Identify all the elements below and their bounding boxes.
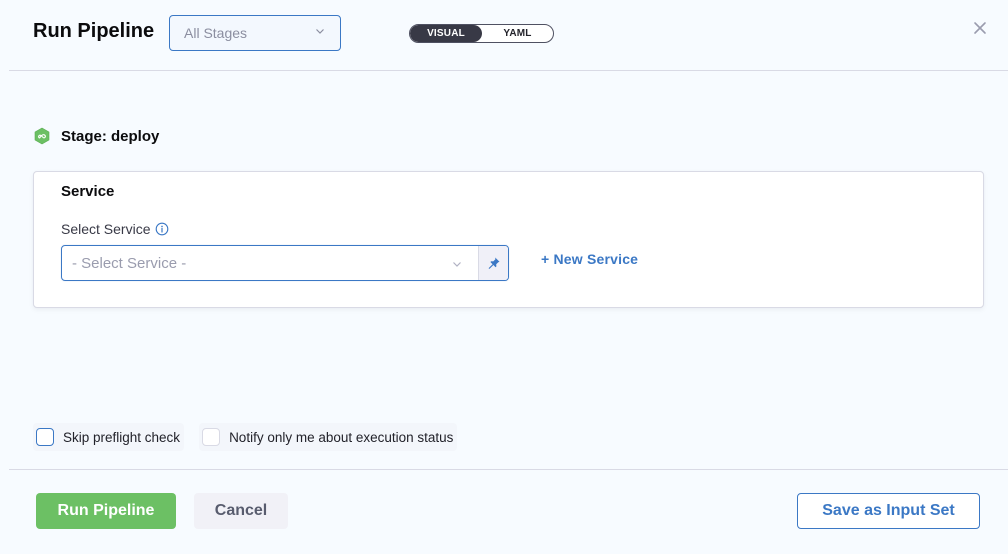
info-icon[interactable]: [155, 222, 169, 236]
select-service-dropdown[interactable]: - Select Service -: [61, 245, 509, 281]
select-service-placeholder[interactable]: - Select Service -: [62, 246, 478, 280]
view-mode-toggle: VISUAL YAML: [409, 24, 554, 43]
checkbox-box[interactable]: [36, 428, 54, 446]
select-service-label: Select Service: [61, 221, 169, 237]
header-divider: [9, 70, 1008, 71]
chevron-down-icon[interactable]: [451, 258, 463, 270]
notify-only-me-label: Notify only me about execution status: [229, 429, 454, 445]
skip-preflight-label: Skip preflight check: [63, 429, 181, 445]
run-pipeline-button[interactable]: Run Pipeline: [36, 493, 176, 529]
pin-button[interactable]: [478, 246, 508, 280]
footer-divider: [9, 469, 1008, 470]
toggle-visual[interactable]: VISUAL: [410, 25, 482, 42]
save-as-input-set-button[interactable]: Save as Input Set: [797, 493, 980, 529]
dialog-header: Run Pipeline All Stages VISUAL YAML: [0, 0, 1008, 70]
service-card: Service Select Service - Select Service …: [33, 171, 984, 308]
stage-filter-value: All Stages: [184, 25, 248, 41]
chevron-down-icon: [316, 29, 324, 34]
close-icon[interactable]: [972, 20, 988, 36]
run-options: Skip preflight check Notify only me abou…: [33, 423, 472, 451]
stage-label: Stage: deploy: [61, 127, 160, 145]
service-section-title: Service: [61, 183, 115, 200]
checkbox-box[interactable]: [202, 428, 221, 446]
pin-icon: [488, 257, 499, 269]
new-service-link[interactable]: + New Service: [541, 251, 638, 267]
run-pipeline-dialog: Run Pipeline All Stages VISUAL YAML Stag…: [0, 0, 1008, 554]
stage-filter-select[interactable]: All Stages: [169, 15, 341, 51]
toggle-yaml[interactable]: YAML: [482, 25, 553, 42]
notify-only-me-checkbox[interactable]: Notify only me about execution status: [199, 423, 458, 451]
select-service-label-text: Select Service: [61, 221, 151, 237]
cancel-button[interactable]: Cancel: [194, 493, 288, 529]
dialog-title: Run Pipeline: [33, 20, 155, 42]
deploy-stage-icon: [34, 127, 50, 145]
skip-preflight-checkbox[interactable]: Skip preflight check: [33, 423, 185, 451]
stage-heading: Stage: deploy: [33, 127, 159, 145]
